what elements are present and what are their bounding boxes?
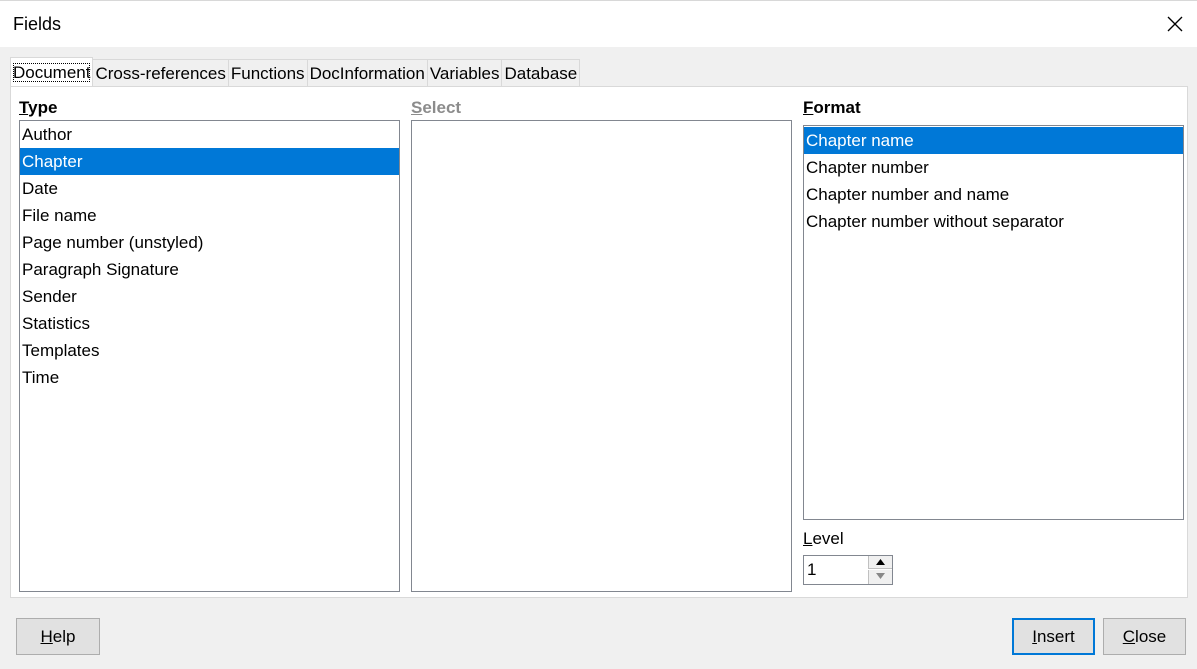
insert-button[interactable]: Insert: [1012, 618, 1095, 655]
close-icon[interactable]: [1165, 14, 1185, 34]
format-item-chapter-number-without-separator[interactable]: Chapter number without separator: [804, 208, 1183, 235]
select-label: Select: [411, 98, 462, 117]
type-list[interactable]: Author Chapter Date File name Page numbe…: [19, 120, 400, 592]
format-label: Format: [803, 98, 861, 117]
format-item-chapter-name[interactable]: Chapter name: [804, 127, 1183, 154]
arrow-down-icon: [876, 573, 885, 579]
tab-panel-document: Type Author Chapter Date File name Page …: [10, 86, 1188, 598]
type-item-paragraph-signature[interactable]: Paragraph Signature: [20, 256, 399, 283]
arrow-up-icon: [876, 559, 885, 565]
level-label: Level: [803, 529, 844, 548]
type-label: Type: [19, 98, 58, 117]
type-item-date[interactable]: Date: [20, 175, 399, 202]
level-input[interactable]: [804, 556, 866, 584]
type-item-page-number[interactable]: Page number (unstyled): [20, 229, 399, 256]
type-item-statistics[interactable]: Statistics: [20, 310, 399, 337]
window-title: Fields: [13, 14, 62, 34]
type-item-chapter[interactable]: Chapter: [20, 148, 399, 175]
type-item-file-name[interactable]: File name: [20, 202, 399, 229]
tab-document[interactable]: Document: [10, 57, 94, 86]
format-item-chapter-number-and-name[interactable]: Chapter number and name: [804, 181, 1183, 208]
format-list[interactable]: Chapter name Chapter number Chapter numb…: [803, 125, 1184, 520]
level-decrement-button[interactable]: [868, 570, 892, 584]
type-item-time[interactable]: Time: [20, 364, 399, 391]
close-button[interactable]: Close: [1103, 618, 1186, 655]
help-button[interactable]: Help: [16, 618, 100, 655]
tab-docinformation[interactable]: DocInformation: [306, 59, 428, 86]
type-item-sender[interactable]: Sender: [20, 283, 399, 310]
tab-database[interactable]: Database: [501, 59, 581, 86]
type-item-author[interactable]: Author: [20, 121, 399, 148]
type-item-templates[interactable]: Templates: [20, 337, 399, 364]
title-bar: Fields: [0, 0, 1197, 47]
tab-variables[interactable]: Variables: [426, 59, 503, 86]
level-increment-button[interactable]: [868, 556, 892, 569]
tab-cross-references[interactable]: Cross-references: [92, 59, 229, 86]
select-list[interactable]: [411, 120, 792, 592]
format-item-chapter-number[interactable]: Chapter number: [804, 154, 1183, 181]
tab-bar: Document Cross-references Functions DocI…: [10, 57, 581, 86]
tab-functions[interactable]: Functions: [227, 59, 308, 86]
level-spinbox[interactable]: [803, 555, 893, 585]
